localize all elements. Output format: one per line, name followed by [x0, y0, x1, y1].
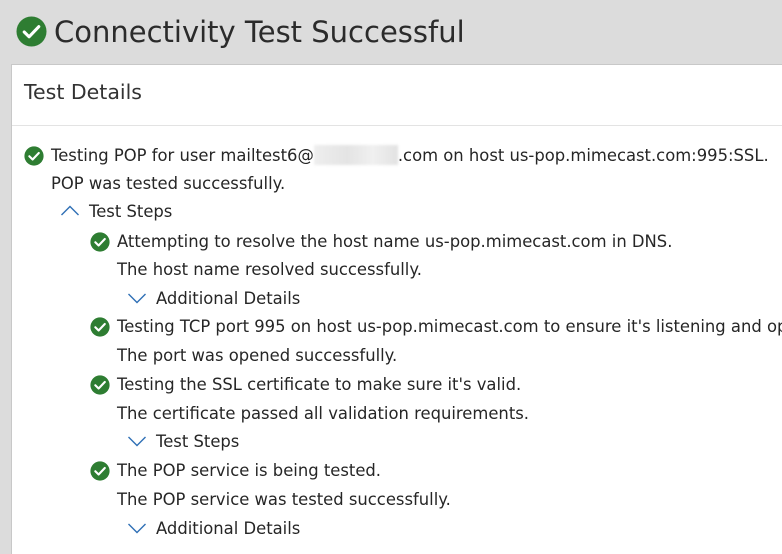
main-test-title: Testing POP for user mailtest6@ .com on h… — [51, 145, 769, 165]
check-circle-icon — [90, 375, 110, 395]
toggle-label: Additional Details — [156, 519, 301, 538]
chevron-down-icon — [128, 293, 146, 304]
step-title: Testing TCP port 995 on host us-pop.mime… — [117, 317, 782, 336]
toggle-label: Test Steps — [156, 432, 240, 451]
divider — [12, 125, 782, 126]
step-title: Testing the SSL certificate to make sure… — [117, 375, 522, 394]
step-title: Attempting to resolve the host name us-p… — [117, 232, 673, 251]
check-circle-icon — [90, 317, 110, 337]
chevron-up-icon — [61, 205, 79, 216]
toggle-label: Test Steps — [89, 202, 173, 221]
chevron-down-icon — [128, 436, 146, 447]
check-circle-icon — [16, 16, 47, 47]
chevron-down-icon — [128, 523, 146, 534]
page-title: Connectivity Test Successful — [54, 15, 465, 49]
step-result: The port was opened successfully. — [117, 346, 398, 365]
step-title: The POP service is being tested. — [117, 461, 382, 480]
redacted-domain — [313, 145, 398, 165]
test-details-panel: Test Details Testing POP for user mailte… — [11, 64, 782, 554]
toggle-label: Additional Details — [156, 289, 301, 308]
step-result: The certificate passed all validation re… — [117, 404, 529, 423]
main-test-result: POP was tested successfully. — [51, 174, 286, 193]
step-result: The host name resolved successfully. — [117, 260, 422, 279]
check-circle-icon — [24, 146, 44, 166]
step-result: The POP service was tested successfully. — [117, 490, 451, 509]
page-header: Connectivity Test Successful — [0, 0, 782, 64]
check-circle-icon — [90, 232, 110, 252]
panel-title: Test Details — [24, 80, 142, 104]
check-circle-icon — [90, 461, 110, 481]
